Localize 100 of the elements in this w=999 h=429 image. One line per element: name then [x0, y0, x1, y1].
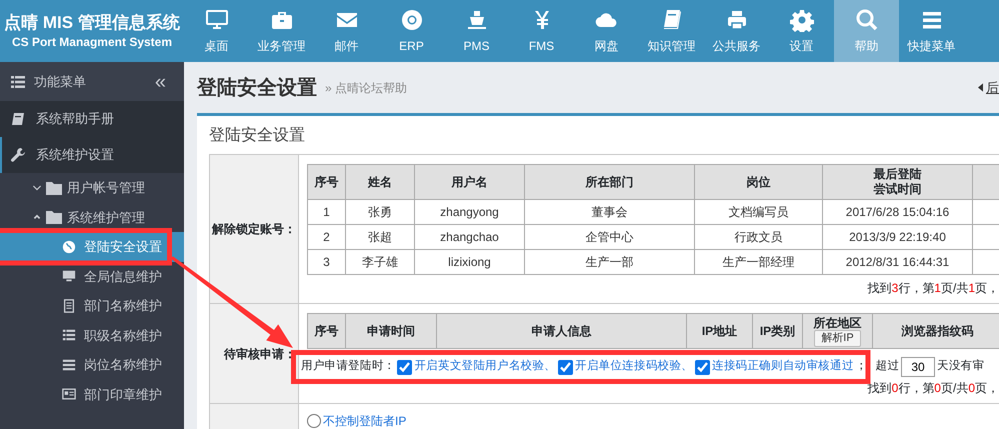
- list-icon: [62, 328, 76, 342]
- sidebar-item[interactable]: 系统维护设置: [0, 137, 184, 173]
- checkbox[interactable]: [695, 360, 710, 374]
- sidebar-title: 功能菜单: [34, 72, 86, 91]
- table-cell: 文档编写员: [694, 200, 822, 224]
- nav-tab[interactable]: 公共服务: [704, 0, 769, 62]
- sidebar-label: 系统维护管理: [67, 208, 145, 226]
- collapse-button[interactable]: «: [154, 72, 166, 92]
- table-cell: 张勇: [346, 200, 414, 224]
- column-header: 申请人信息: [436, 314, 686, 348]
- globe-icon: [62, 240, 76, 254]
- form-label: 待审核申请：: [224, 346, 296, 360]
- sidebar-item[interactable]: 职级名称维护: [0, 320, 184, 350]
- monitor-icon: [62, 269, 76, 284]
- sidebar-group[interactable]: 用户帐号管理: [0, 173, 184, 202]
- table-cell: lizixiong: [414, 250, 524, 274]
- breadcrumb-link[interactable]: » 点晴论坛帮助: [325, 78, 408, 96]
- nav-tab[interactable]: 网盘: [574, 0, 639, 62]
- table-cell: 2: [308, 224, 346, 250]
- wrench-icon: [10, 147, 26, 163]
- chevron-up-icon: [33, 213, 41, 222]
- column-header: 所在地区: [812, 316, 862, 330]
- column-header: 岗位: [694, 164, 822, 200]
- search-icon: [854, 8, 878, 32]
- brand-title: 点晴 MIS 管理信息系统: [4, 12, 180, 34]
- panel-title: 登陆安全设置: [209, 126, 306, 146]
- checkbox[interactable]: [397, 360, 412, 374]
- back-link[interactable]: 后: [978, 78, 999, 98]
- column-header: 所在部门: [524, 164, 694, 200]
- list-icon: [10, 74, 26, 90]
- column-header: 序号: [308, 164, 346, 200]
- nav-tab[interactable]: 快捷菜单: [899, 0, 964, 62]
- folder-icon: [46, 210, 62, 224]
- sidebar-label: 职级名称维护: [84, 326, 162, 344]
- sidebar-item[interactable]: 部门名称维护: [0, 291, 184, 320]
- column-header: 申请时间: [346, 314, 436, 348]
- sidebar-item[interactable]: 部门印章维护: [0, 380, 184, 409]
- id-card-icon: [62, 387, 76, 402]
- table-cell: 2012/8/31 16:44:31: [822, 250, 972, 274]
- option-link[interactable]: 连接码正确则自动审核通过: [712, 358, 854, 376]
- sidebar-label: 岗位名称维护: [84, 356, 162, 374]
- table-cell: 李子雄: [346, 250, 414, 274]
- option-label: 天没有审: [937, 358, 984, 374]
- column-header: IP地址: [686, 314, 752, 348]
- sidebar-label: 系统帮助手册: [36, 110, 114, 128]
- nav-tab[interactable]: ERP: [379, 0, 444, 62]
- brand-subtitle: CS Port Managment System: [12, 34, 172, 50]
- sidebar-label: 用户帐号管理: [67, 179, 145, 197]
- table-cell: 行政文员: [694, 224, 822, 250]
- column-header: 最后登陆: [872, 167, 922, 182]
- sidebar-label: 登陆安全设置: [84, 238, 162, 256]
- days-input[interactable]: 30: [901, 357, 936, 377]
- column-header: 尝试时间: [872, 182, 922, 197]
- table-cell: 2013/3/9 22:19:40: [822, 224, 972, 250]
- nav-tab[interactable]: FMS: [509, 0, 574, 62]
- option-link[interactable]: 开启英文登陆用户名校验、: [414, 358, 556, 376]
- page-title: 登陆安全设置: [197, 76, 317, 100]
- option-link[interactable]: 不控制登陆者IP: [323, 412, 406, 429]
- table-cell: zhangchao: [414, 224, 524, 250]
- sidebar-label: 全局信息维护: [84, 268, 162, 286]
- table-cell: 3: [308, 250, 346, 274]
- pager-text: 找到0行，第0页/共0页，: [866, 380, 999, 397]
- sidebar-label: 系统维护设置: [36, 146, 114, 164]
- monitor-icon: [204, 8, 228, 32]
- chevron-down-icon: [33, 184, 41, 192]
- sidebar-label: 部门印章维护: [84, 386, 162, 404]
- table-cell: 企管中心: [524, 224, 694, 250]
- settings-icon: [790, 8, 814, 32]
- table-cell: 董事会: [524, 200, 694, 224]
- sidebar-group[interactable]: 系统维护管理: [0, 202, 184, 232]
- table-cell: 2017/6/28 15:04:16: [822, 200, 972, 224]
- globe-ring-icon: [400, 8, 424, 32]
- sidebar-item[interactable]: 登陆安全设置: [0, 232, 184, 262]
- nav-tab[interactable]: 邮件: [314, 0, 379, 62]
- nav-tab[interactable]: PMS: [444, 0, 509, 62]
- column-header: 用户名: [414, 164, 524, 200]
- sidebar-item[interactable]: 岗位名称维护: [0, 350, 184, 380]
- sidebar-item[interactable]: 全局信息维护: [0, 262, 184, 291]
- table-cell: 1: [308, 200, 346, 224]
- parse-ip-button[interactable]: 解析IP: [814, 330, 861, 346]
- caret-left-icon: [978, 83, 983, 92]
- option-link[interactable]: 开启单位连接码校验、: [575, 358, 694, 376]
- pager-text: 找到3行，第1页/共1页，: [866, 280, 999, 297]
- nav-tab[interactable]: 业务管理: [249, 0, 314, 62]
- list-icon: [62, 358, 76, 372]
- form-label: 解除锁定账号：: [212, 222, 296, 236]
- sidebar-item[interactable]: 系统帮助手册: [0, 101, 184, 137]
- nav-tab[interactable]: 设置: [769, 0, 834, 62]
- checkbox[interactable]: [558, 360, 574, 374]
- table-cell: zhangyong: [414, 200, 524, 224]
- nav-tab[interactable]: 知识管理: [639, 0, 704, 62]
- separator-text: ；: [856, 359, 868, 374]
- option-label: 用户申请登陆时：: [301, 358, 396, 374]
- column-header: 姓名: [346, 164, 414, 200]
- nav-tab[interactable]: 桌面: [184, 0, 249, 62]
- radio-button[interactable]: [307, 414, 321, 428]
- document-icon: [62, 298, 76, 313]
- table-cell: 生产一部经理: [694, 250, 822, 274]
- column-header: IP类别: [752, 314, 802, 348]
- column-header: 浏览器指纹码: [872, 314, 999, 348]
